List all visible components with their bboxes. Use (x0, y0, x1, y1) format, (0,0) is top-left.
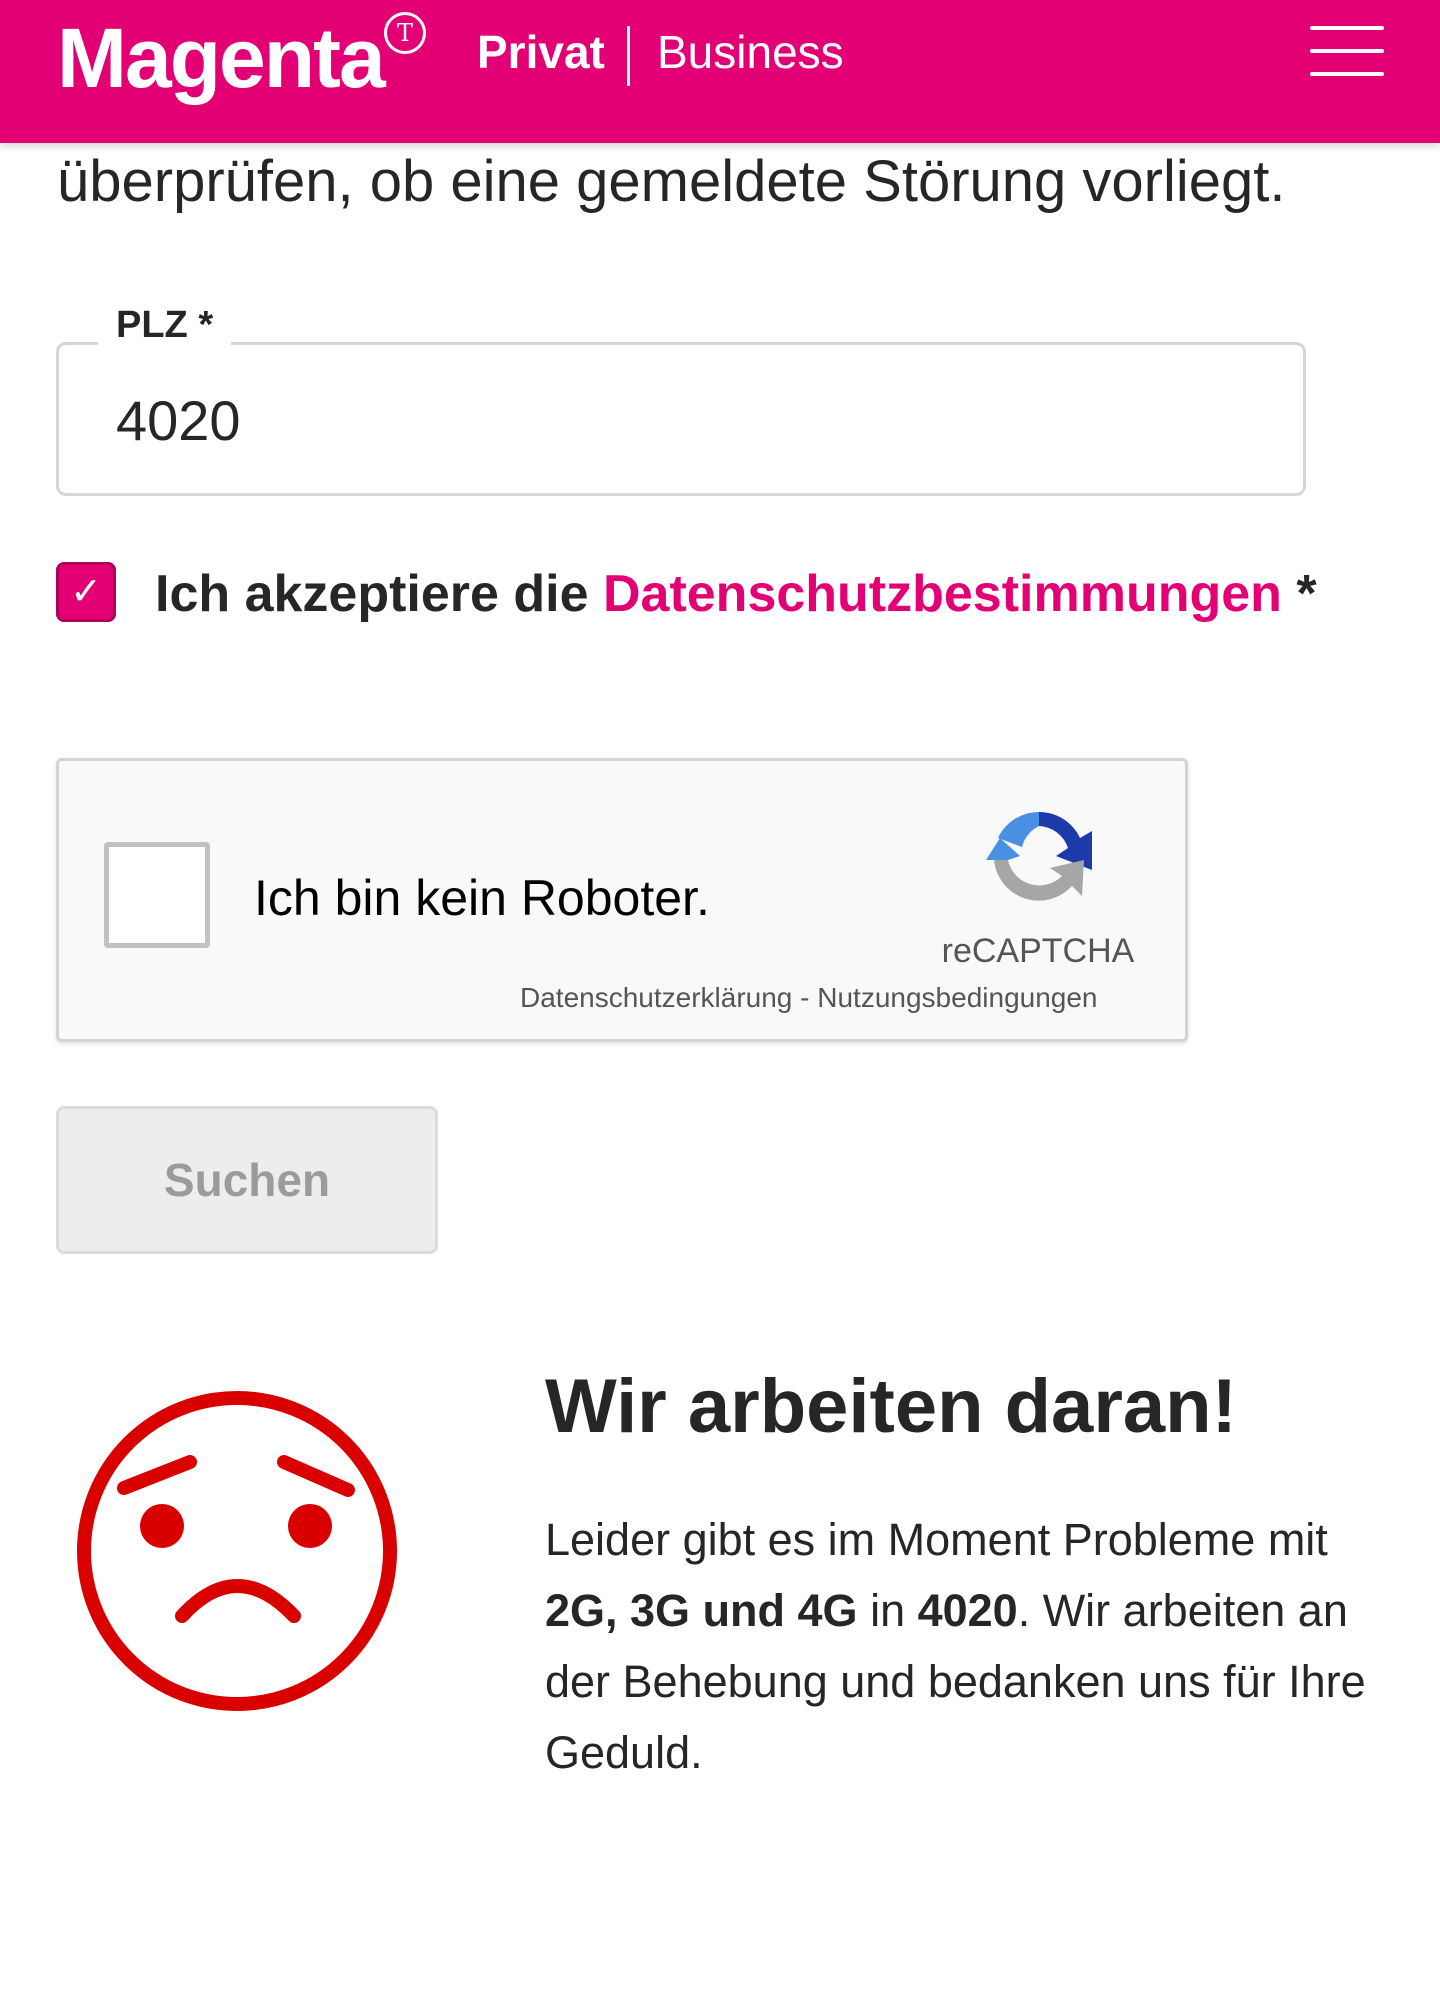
recaptcha-logo-icon (986, 811, 1092, 901)
magenta-logo[interactable]: Magenta (57, 8, 386, 108)
status-text-1: Leider gibt es im Moment Probleme mit (545, 1514, 1328, 1565)
recaptcha-checkbox[interactable] (104, 842, 210, 948)
recaptcha-label: Ich bin kein Roboter. (254, 870, 710, 926)
status-message: Leider gibt es im Moment Probleme mit 2G… (545, 1504, 1405, 1788)
affected-plz: 4020 (917, 1585, 1018, 1636)
status-title: Wir arbeiten daran! (545, 1364, 1237, 1449)
nav-privat-link[interactable]: Privat (477, 26, 605, 78)
consent-label: Ich akzeptiere die Datenschutzbestimmung… (155, 561, 1317, 627)
affected-networks: 2G, 3G und 4G (545, 1585, 858, 1636)
menu-line (1310, 26, 1384, 30)
nav-business-link[interactable]: Business (657, 26, 844, 78)
consent-text: Ich akzeptiere die (155, 565, 603, 623)
privacy-policy-link[interactable]: Datenschutzbestimmungen (603, 565, 1282, 623)
recaptcha-privacy-link[interactable]: Datenschutzerklärung (520, 982, 792, 1013)
intro-text: überprüfen, ob eine gemeldete Störung vo… (57, 149, 1286, 214)
recaptcha-separator: - (792, 982, 818, 1013)
recaptcha-terms-link[interactable]: Nutzungsbedingungen (817, 982, 1097, 1013)
hamburger-menu-icon[interactable] (1310, 22, 1384, 80)
plz-label: PLZ * (98, 300, 232, 350)
sad-face-icon (77, 1391, 397, 1711)
telekom-t-icon: T (384, 12, 426, 54)
plz-input[interactable] (116, 382, 1266, 458)
privacy-consent-checkbox[interactable]: ✓ (56, 562, 116, 622)
status-text-2: in (857, 1585, 918, 1636)
required-mark: * (1281, 565, 1317, 623)
menu-line (1310, 49, 1384, 53)
recaptcha-brand: reCAPTCHA (941, 932, 1135, 970)
site-header: Magenta T Privat Business (0, 0, 1440, 143)
nav-divider (627, 26, 630, 86)
menu-line (1310, 72, 1384, 76)
search-button[interactable]: Suchen (56, 1106, 438, 1254)
recaptcha-links: Datenschutzerklärung - Nutzungsbedingung… (520, 980, 1098, 1016)
checkmark-icon: ✓ (70, 571, 102, 613)
